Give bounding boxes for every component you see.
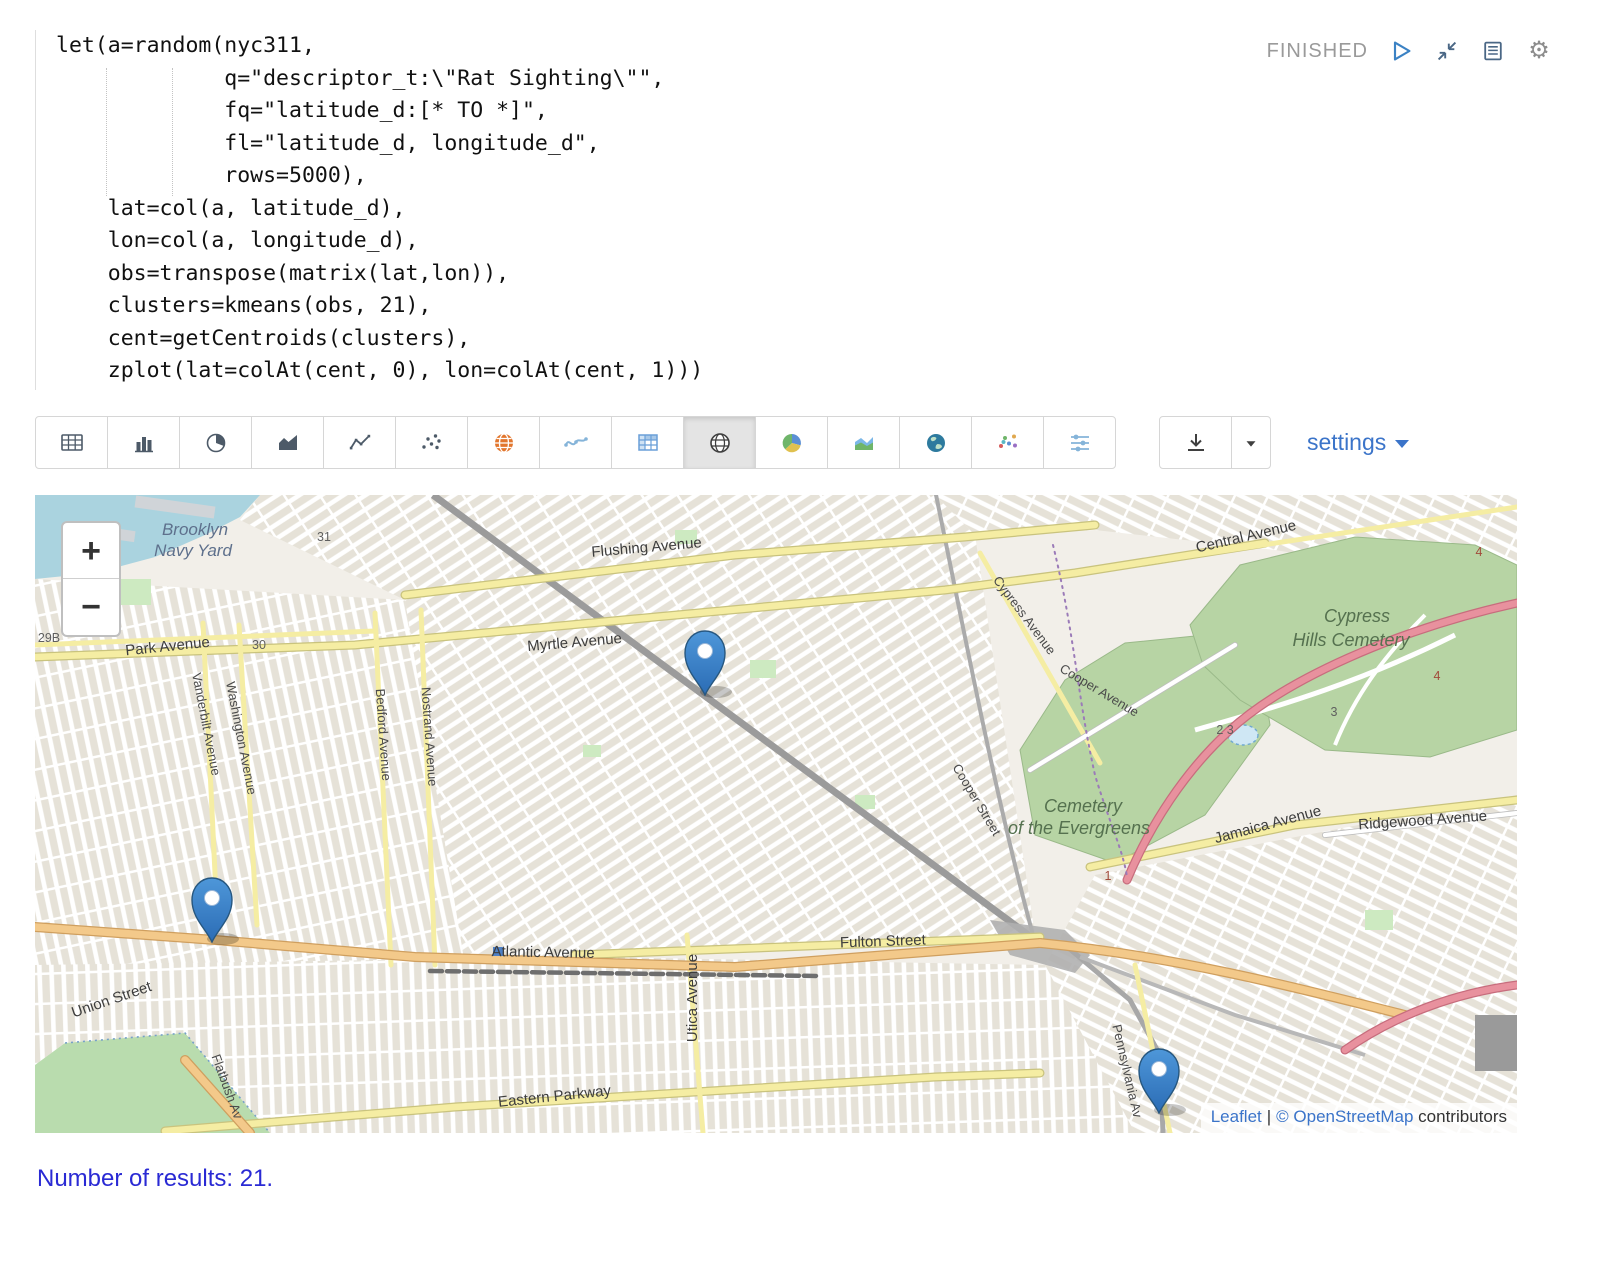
table-icon: [59, 430, 85, 456]
globe-dark-viz-button[interactable]: [899, 416, 972, 469]
viz-button-group: [35, 416, 1116, 469]
scatter-colored-viz-button[interactable]: [971, 416, 1044, 469]
download-button[interactable]: [1159, 416, 1232, 469]
attribution-separator: |: [1267, 1107, 1271, 1126]
map-label: 29B: [38, 631, 60, 645]
map-label: 31: [317, 530, 331, 544]
map-globe-orange-viz-button[interactable]: [467, 416, 540, 469]
zoom-in-button[interactable]: +: [63, 523, 119, 579]
map-label: Hills Cemetery: [1292, 630, 1410, 650]
map-label: of the Evergreens: [1008, 818, 1150, 838]
spline-chart-viz-button[interactable]: [539, 416, 612, 469]
collapse-output-icon[interactable]: [1434, 38, 1460, 64]
report-view-icon[interactable]: [1480, 38, 1506, 64]
spline-chart-icon: [563, 430, 589, 456]
zeppelin-paragraph: let(a=random(nyc311, q="descriptor_t:\"R…: [0, 0, 1618, 1193]
bar-chart-viz-button[interactable]: [107, 416, 180, 469]
globe-dark-icon: [923, 430, 949, 456]
visualization-toolbar: settings: [35, 416, 1582, 469]
map-label: Cypress: [1324, 606, 1390, 626]
map-attribution: Leaflet | © OpenStreetMap contributors: [1201, 1103, 1517, 1133]
area-chart-icon: [275, 430, 301, 456]
settings-caret-icon: [1395, 440, 1409, 448]
map-canvas: BrooklynNavy Yard31Flushing AvenueCentra…: [35, 495, 1517, 1133]
result-count-text: Number of results: 21.: [37, 1165, 1582, 1193]
indent-guide: [106, 68, 107, 196]
openstreetmap-link[interactable]: © OpenStreetMap: [1276, 1107, 1413, 1126]
settings-link[interactable]: settings: [1307, 429, 1409, 456]
map-label: Atlantic Avenue: [491, 943, 594, 962]
run-paragraph-icon[interactable]: [1388, 38, 1414, 64]
globe-orange-icon: [491, 430, 517, 456]
code-editor[interactable]: let(a=random(nyc311, q="descriptor_t:\"R…: [56, 30, 1582, 388]
map-label: Cemetery: [1044, 796, 1123, 816]
leaflet-map-viz-button[interactable]: [683, 416, 756, 469]
area-colored-icon: [851, 430, 877, 456]
zoom-out-button[interactable]: −: [63, 579, 119, 635]
line-chart-icon: [347, 430, 373, 456]
map-label: Utica Avenue: [684, 954, 701, 1042]
paragraph-status: FINISHED: [1267, 40, 1368, 63]
map-label: Navy Yard: [154, 541, 232, 560]
map-label: 3: [1331, 705, 1338, 719]
line-chart-viz-button[interactable]: [323, 416, 396, 469]
map-label: 4: [1476, 545, 1483, 559]
pie-chart-viz-button[interactable]: [179, 416, 252, 469]
download-icon: [1183, 430, 1209, 456]
scatter-chart-icon: [419, 430, 445, 456]
map-label: 30: [252, 638, 266, 652]
pie-colored-viz-button[interactable]: [755, 416, 828, 469]
pivot-grid-icon: [635, 430, 661, 456]
map-label: Brooklyn: [162, 520, 228, 539]
indent-guide: [172, 68, 173, 196]
download-caret-button[interactable]: [1231, 416, 1271, 469]
map-label: Fulton Street: [840, 931, 927, 951]
pie-chart-icon: [203, 430, 229, 456]
map-label: 4: [1434, 669, 1441, 683]
map-zoom-control: + −: [61, 521, 121, 637]
area-chart-viz-button[interactable]: [251, 416, 324, 469]
scatter-colored-icon: [995, 430, 1021, 456]
map-label: 2 3: [1216, 723, 1233, 737]
sliders-icon: [1067, 430, 1093, 456]
leaflet-link[interactable]: Leaflet: [1211, 1107, 1262, 1126]
pie-colored-icon: [779, 430, 805, 456]
caret-down-icon: [1242, 434, 1260, 452]
leaflet-map[interactable]: BrooklynNavy Yard31Flushing AvenueCentra…: [35, 495, 1517, 1133]
scatter-chart-viz-button[interactable]: [395, 416, 468, 469]
table-viz-button[interactable]: [35, 416, 108, 469]
pivot-grid-viz-button[interactable]: [611, 416, 684, 469]
parallel-sliders-viz-button[interactable]: [1043, 416, 1116, 469]
gear-icon[interactable]: ⚙: [1526, 38, 1552, 64]
map-label: 1: [1105, 869, 1112, 883]
paragraph-status-bar: FINISHED ⚙: [1267, 38, 1552, 64]
settings-label: settings: [1307, 429, 1386, 456]
bar-chart-icon: [131, 430, 157, 456]
globe-selected-icon: [707, 430, 733, 456]
code-editor-wrap: let(a=random(nyc311, q="descriptor_t:\"R…: [35, 30, 1582, 390]
area-colored-viz-button[interactable]: [827, 416, 900, 469]
download-button-group: [1160, 416, 1271, 469]
attribution-suffix: contributors: [1418, 1107, 1507, 1126]
